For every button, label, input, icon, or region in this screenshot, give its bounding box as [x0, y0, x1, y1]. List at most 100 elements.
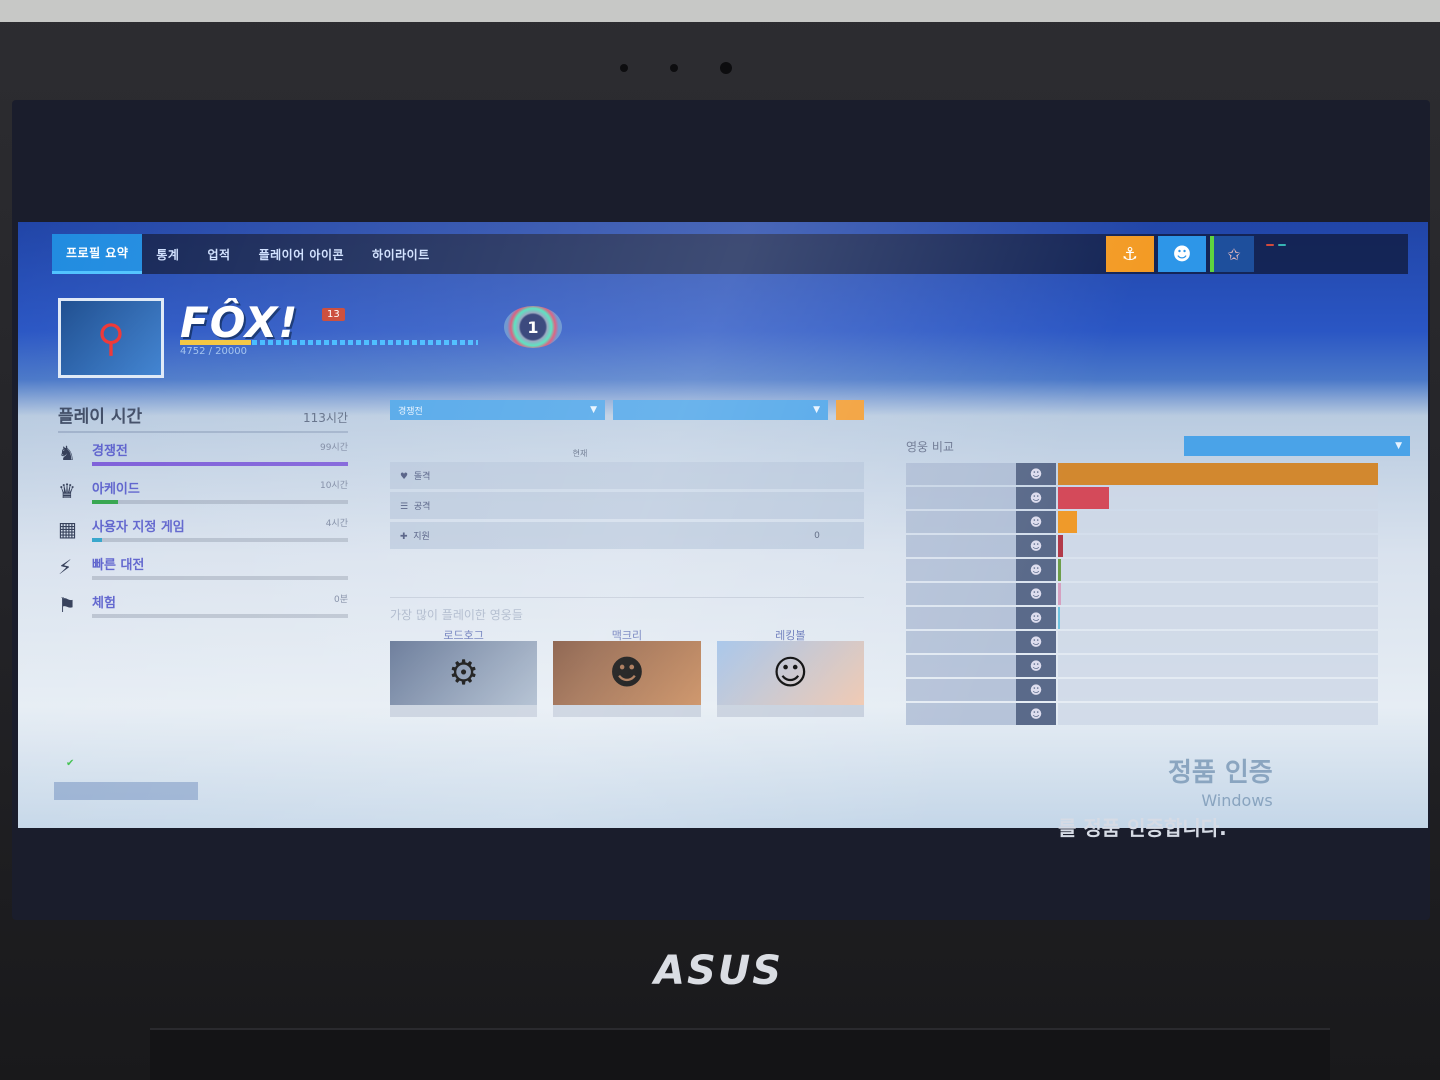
mode-row-arcade: ♛ 아케이드 10시간 — [58, 473, 348, 509]
stats-header-cell — [640, 448, 770, 459]
mode-dropdown[interactable]: 경쟁전 ▼ — [390, 400, 605, 420]
compare-row: ☻ — [906, 534, 1410, 558]
compare-bar-fill — [1058, 463, 1378, 485]
top-heroes-title: 가장 많이 플레이한 영웅들 — [390, 597, 864, 623]
group-icon: ⚓ — [1121, 243, 1139, 265]
competitive-icon: ♞ — [58, 441, 76, 465]
hero-card-mccree[interactable]: 맥크리 ☻ — [553, 627, 701, 717]
compare-hero-name — [906, 487, 1016, 509]
compare-bar-fill — [1058, 535, 1063, 557]
playtime-panel: 플레이 시간 113시간 ♞ 경쟁전 99시간 ♛ 아케이드 10시간 ▦ 사용자 … — [58, 402, 348, 623]
hero-compare-panel: 영웅 비교 ▼ ☻ ☻ ☻ ☻ ☻ ☻ ☻ ☻ ☻ ☻ ☻ — [906, 436, 1410, 726]
compare-bar-track — [1058, 631, 1378, 653]
tab-stats[interactable]: 통계 — [142, 234, 193, 274]
hero-compare-list: ☻ ☻ ☻ ☻ ☻ ☻ ☻ ☻ ☻ ☻ ☻ — [906, 462, 1410, 726]
top-heroes-list: 로드호그 ⚙ 맥크리 ☻ 레킹볼 ☺ — [390, 627, 864, 717]
activation-subtitle: Windows — [1201, 791, 1273, 810]
stat-row-support: ✚ 지원 0 — [390, 522, 864, 549]
hero-card-wrecking-ball[interactable]: 레킹볼 ☺ — [716, 627, 864, 717]
social-button[interactable]: ☻ — [1158, 236, 1206, 272]
tab-achievements[interactable]: 업적 — [193, 234, 244, 274]
wrecking-ball-icon: ☺ — [716, 641, 864, 705]
compare-hero-name — [906, 583, 1016, 605]
level-badge: 13 — [322, 308, 345, 321]
compare-row: ☻ — [906, 678, 1410, 702]
compare-row: ☻ — [906, 486, 1410, 510]
role-label: 돌격 — [413, 472, 431, 482]
compare-bar-track — [1058, 679, 1378, 701]
background-wall — [0, 0, 1440, 22]
hero-time — [390, 705, 538, 717]
mode-hours: 4시간 — [325, 519, 348, 529]
mode-hours: 10시간 — [319, 481, 348, 491]
role-label: 공격 — [413, 502, 431, 512]
stat-row-tank: ♥ 돌격 — [390, 462, 864, 489]
xp-progress-bar — [180, 340, 478, 345]
season-dropdown[interactable]: ▼ — [613, 400, 828, 420]
hero-name: 레킹볼 — [775, 629, 806, 642]
roadhog-icon: ⚙ — [390, 641, 538, 705]
compare-bar-track — [1058, 655, 1378, 677]
mode-track — [92, 538, 348, 542]
mode-label: 사용자 지정 게임 — [92, 520, 185, 535]
compare-bar-track — [1058, 535, 1378, 557]
mode-fill — [92, 462, 348, 466]
mccree-icon: ☻ — [553, 641, 701, 705]
compare-hero-name — [906, 559, 1016, 581]
hero-portrait-icon: ☻ — [1016, 487, 1056, 509]
laptop-hinge — [150, 1028, 1330, 1080]
mode-row-competitive: ♞ 경쟁전 99시간 — [58, 435, 348, 471]
compare-row: ☻ — [906, 582, 1410, 606]
compare-hero-name — [906, 463, 1016, 485]
hero-time — [716, 705, 864, 717]
mode-dropdown-value: 경쟁전 — [398, 406, 423, 417]
compare-bar-fill — [1058, 487, 1110, 509]
compare-bar-track — [1058, 487, 1378, 509]
game-screen: 프로필 요약 통계 업적 플레이어 아이콘 하이라이트 ⚓ ☻ ✩ ⚲ FÔX!… — [18, 222, 1428, 828]
compare-row: ☻ — [906, 510, 1410, 534]
training-icon: ⚑ — [58, 593, 76, 617]
compare-hero-name — [906, 655, 1016, 677]
windows-activation-watermark: 정품 인증 Windows — [1168, 752, 1273, 810]
compare-metric-dropdown[interactable]: ▼ — [1184, 436, 1410, 456]
hero-portrait-icon: ☻ — [1016, 559, 1056, 581]
compare-bar-fill — [1058, 583, 1061, 605]
compare-row: ☻ — [906, 630, 1410, 654]
compare-bar-track — [1058, 559, 1378, 581]
hero-card-roadhog[interactable]: 로드호그 ⚙ — [390, 627, 538, 717]
view-button[interactable] — [836, 400, 864, 420]
games-count: 0 — [814, 530, 820, 541]
compare-bar-track — [1058, 607, 1378, 629]
arcade-icon: ♛ — [58, 479, 76, 503]
mode-track — [92, 614, 348, 618]
tab-profile-summary[interactable]: 프로필 요약 — [52, 234, 143, 274]
ball-on-stick-icon: ⚲ — [97, 316, 125, 360]
player-avatar[interactable]: ✩ — [1210, 236, 1254, 272]
compare-row: ☻ — [906, 606, 1410, 630]
compare-bar-track — [1058, 511, 1378, 533]
mode-row-quick-play: ⚡ 빠른 대전 — [58, 549, 348, 585]
chevron-down-icon: ▼ — [590, 405, 597, 415]
rank-pill — [1278, 244, 1286, 246]
playtime-title: 플레이 시간 — [58, 407, 143, 427]
hero-portrait-icon: ☻ — [1016, 679, 1056, 701]
group-button[interactable]: ⚓ — [1106, 236, 1154, 272]
compare-bar-track — [1058, 463, 1378, 485]
hero-portrait-icon: ☻ — [1016, 655, 1056, 677]
footer-notice: ✔ — [66, 758, 80, 769]
compare-hero-name — [906, 631, 1016, 653]
footer-button[interactable] — [54, 782, 198, 800]
hero-portrait-icon: ☻ — [1016, 463, 1056, 485]
custom-game-icon: ▦ — [58, 517, 77, 541]
mode-track — [92, 462, 348, 466]
compare-bar-track — [1058, 583, 1378, 605]
compare-hero-name — [906, 703, 1016, 725]
hero-portrait-icon: ☻ — [1016, 703, 1056, 725]
stats-header: 현재 — [390, 448, 864, 459]
tab-highlights[interactable]: 하이라이트 — [358, 234, 444, 274]
mode-row-custom-game: ▦ 사용자 지정 게임 4시간 — [58, 511, 348, 547]
tab-player-icons[interactable]: 플레이어 아이콘 — [245, 234, 358, 274]
mode-label: 체험 — [92, 596, 116, 611]
hero-name: 맥크리 — [611, 629, 643, 642]
profile-nav-bar: 프로필 요약 통계 업적 플레이어 아이콘 하이라이트 ⚓ ☻ ✩ — [52, 234, 1408, 274]
